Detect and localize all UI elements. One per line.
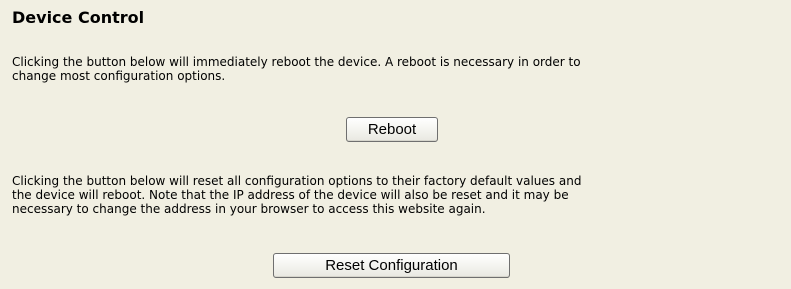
reset-description-line: necessary to change the address in your … bbox=[12, 202, 486, 216]
reboot-button[interactable]: Reboot bbox=[346, 117, 438, 142]
reset-configuration-button[interactable]: Reset Configuration bbox=[273, 253, 510, 278]
device-control-panel: Device Control Clicking the button below… bbox=[0, 0, 791, 289]
reboot-description-line: Clicking the button below will immediate… bbox=[12, 55, 581, 69]
reboot-description-line: change most configuration options. bbox=[12, 69, 226, 83]
reset-description: Clicking the button below will reset all… bbox=[12, 174, 581, 216]
reset-description-line: Clicking the button below will reset all… bbox=[12, 174, 582, 188]
reset-description-line: the device will reboot. Note that the IP… bbox=[12, 188, 569, 202]
reboot-description: Clicking the button below will immediate… bbox=[12, 55, 581, 83]
page-title: Device Control bbox=[12, 8, 145, 27]
